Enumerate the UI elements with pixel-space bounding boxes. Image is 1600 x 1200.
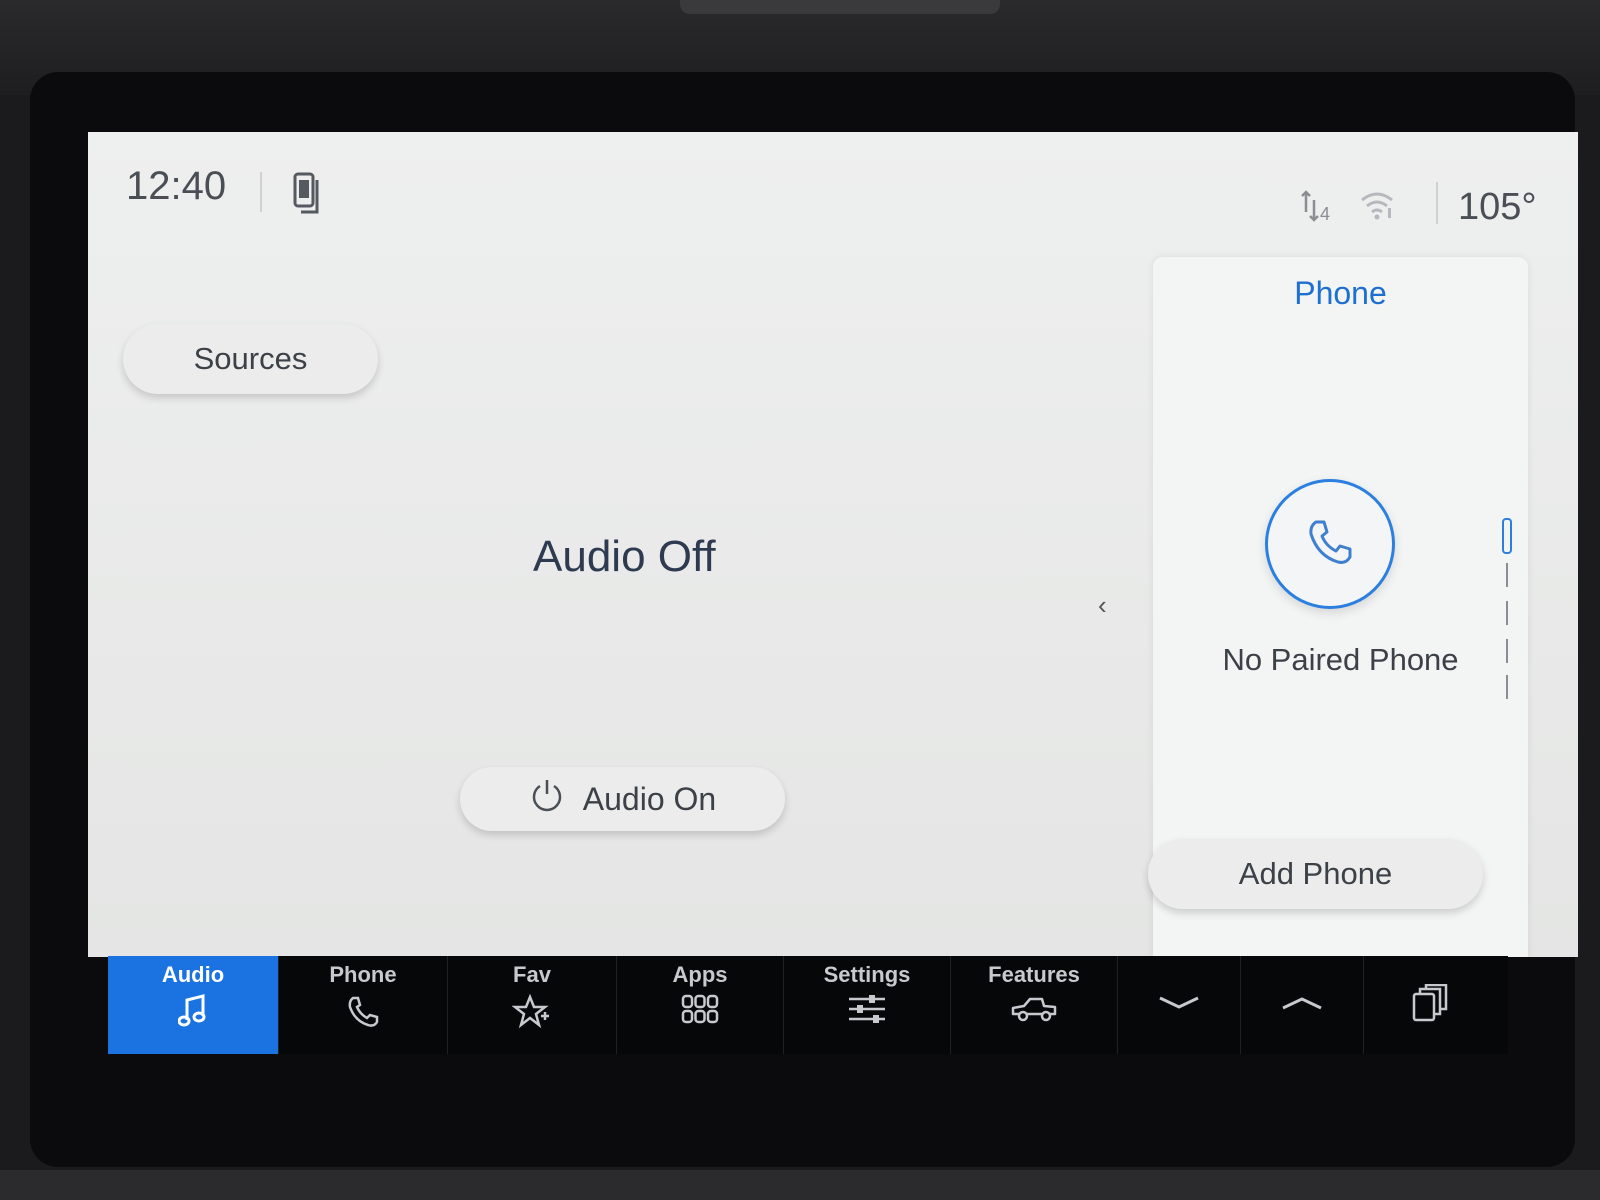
status-divider: [260, 172, 262, 212]
card-stack-icon: [1412, 983, 1448, 1027]
music-note-icon: [177, 994, 208, 1033]
star-icon: [511, 993, 552, 1035]
truck-icon: [1010, 994, 1058, 1029]
network-signal-icon: 4: [1300, 188, 1336, 229]
chevron-up-icon: [1280, 993, 1324, 1018]
no-paired-phone-text: No Paired Phone: [1222, 642, 1459, 677]
nav-apps-label: Apps: [672, 962, 728, 987]
nav-phone-label: Phone: [329, 962, 397, 987]
chevron-down-icon: [1157, 993, 1201, 1018]
wifi-icon: [1358, 190, 1396, 225]
bezel-bottom-rim: [0, 1170, 1600, 1200]
sliders-icon: [847, 994, 887, 1029]
nav-scroll-down[interactable]: [1118, 956, 1241, 1054]
nav-audio[interactable]: Audio: [108, 956, 279, 1054]
add-phone-button[interactable]: Add Phone: [1148, 839, 1483, 909]
phone-call-button[interactable]: [1265, 479, 1395, 609]
nav-apps[interactable]: Apps: [617, 956, 784, 1054]
panel-scroll-indicator[interactable]: [1500, 517, 1514, 702]
status-divider-right: [1436, 182, 1438, 224]
nav-settings-label: Settings: [823, 962, 911, 987]
apps-grid-icon: [681, 994, 719, 1029]
outside-temperature: 105°: [1458, 186, 1537, 228]
nav-features-label: Features: [988, 962, 1080, 987]
nav-fav-label: Fav: [513, 962, 551, 987]
nav-card-view[interactable]: [1364, 956, 1496, 1054]
bezel-notch: [680, 0, 1000, 14]
nav-scroll-up[interactable]: [1241, 956, 1364, 1054]
phone-icon: [345, 994, 381, 1035]
nav-phone[interactable]: Phone: [279, 956, 448, 1054]
nav-settings[interactable]: Settings: [784, 956, 951, 1054]
nav-features[interactable]: Features: [951, 956, 1118, 1054]
network-label: 4: [1320, 204, 1330, 224]
nav-audio-label: Audio: [161, 962, 225, 987]
phone-projection-icon[interactable]: [293, 172, 323, 221]
power-icon: [529, 777, 565, 821]
phone-panel-title[interactable]: Phone: [1153, 275, 1528, 312]
phone-handset-icon: [1302, 514, 1358, 575]
audio-on-label: Audio On: [582, 780, 717, 817]
audio-on-button[interactable]: Audio On: [460, 767, 785, 831]
status-bar: 12:40 4 105°: [88, 132, 1578, 250]
bottom-nav-bar: Audio Phone Fav Apps Settings Features: [108, 956, 1508, 1054]
panel-collapse-arrow-icon[interactable]: ‹: [1098, 590, 1107, 621]
nav-fav[interactable]: Fav: [448, 956, 617, 1054]
infotainment-screen: 12:40 4 105° Sources Audio Off Audio On …: [88, 132, 1578, 957]
clock: 12:40: [126, 164, 227, 208]
audio-status: Audio Off: [533, 532, 716, 581]
sources-button[interactable]: Sources: [123, 324, 378, 394]
